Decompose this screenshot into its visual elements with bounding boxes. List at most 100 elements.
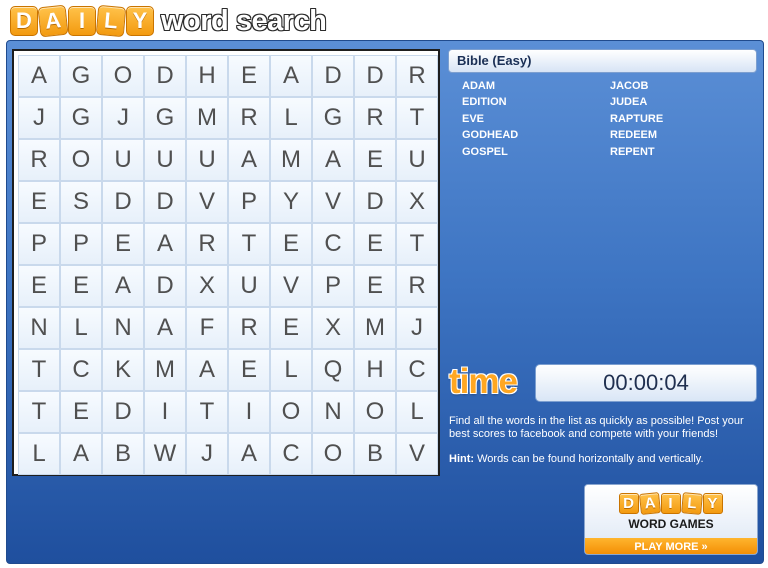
grid-cell[interactable]: P bbox=[60, 223, 102, 265]
grid-cell[interactable]: E bbox=[18, 181, 60, 223]
grid-cell[interactable]: R bbox=[354, 97, 396, 139]
grid-cell[interactable]: D bbox=[102, 391, 144, 433]
grid-cell[interactable]: N bbox=[102, 307, 144, 349]
grid-cell[interactable]: A bbox=[102, 265, 144, 307]
grid-cell[interactable]: U bbox=[396, 139, 438, 181]
grid-cell[interactable]: T bbox=[18, 391, 60, 433]
grid-cell[interactable]: Q bbox=[312, 349, 354, 391]
grid-cell[interactable]: C bbox=[312, 223, 354, 265]
grid-cell[interactable]: M bbox=[186, 97, 228, 139]
grid-cell[interactable]: T bbox=[228, 223, 270, 265]
grid-cell[interactable]: O bbox=[312, 433, 354, 475]
grid-cell[interactable]: E bbox=[270, 223, 312, 265]
daily-word-games-promo[interactable]: D A I L Y WORD GAMES PLAY MORE » bbox=[584, 484, 758, 555]
grid-cell[interactable]: L bbox=[270, 97, 312, 139]
grid-cell[interactable]: R bbox=[186, 223, 228, 265]
grid-cell[interactable]: O bbox=[270, 391, 312, 433]
grid-cell[interactable]: R bbox=[396, 265, 438, 307]
grid-cell[interactable]: B bbox=[102, 433, 144, 475]
grid-cell[interactable]: A bbox=[228, 139, 270, 181]
grid-cell[interactable]: A bbox=[144, 307, 186, 349]
grid-cell[interactable]: A bbox=[312, 139, 354, 181]
grid-cell[interactable]: U bbox=[186, 139, 228, 181]
grid-cell[interactable]: I bbox=[144, 391, 186, 433]
grid-cell[interactable]: A bbox=[228, 433, 270, 475]
grid-cell[interactable]: X bbox=[396, 181, 438, 223]
grid-cell[interactable]: L bbox=[270, 349, 312, 391]
grid-cell[interactable]: T bbox=[18, 349, 60, 391]
grid-cell[interactable]: E bbox=[60, 391, 102, 433]
grid-cell[interactable]: I bbox=[228, 391, 270, 433]
grid-cell[interactable]: H bbox=[354, 349, 396, 391]
grid-cell[interactable]: L bbox=[18, 433, 60, 475]
grid-cell[interactable]: G bbox=[60, 97, 102, 139]
grid-cell[interactable]: J bbox=[396, 307, 438, 349]
grid-cell[interactable]: G bbox=[312, 97, 354, 139]
grid-cell[interactable]: C bbox=[396, 349, 438, 391]
grid-cell[interactable]: E bbox=[102, 223, 144, 265]
grid-cell[interactable]: M bbox=[270, 139, 312, 181]
grid-cell[interactable]: D bbox=[102, 181, 144, 223]
grid-cell[interactable]: V bbox=[396, 433, 438, 475]
grid-cell[interactable]: C bbox=[270, 433, 312, 475]
grid-cell[interactable]: F bbox=[186, 307, 228, 349]
grid-cell[interactable]: T bbox=[186, 391, 228, 433]
grid-cell[interactable]: U bbox=[144, 139, 186, 181]
grid-cell[interactable]: N bbox=[18, 307, 60, 349]
grid-cell[interactable]: M bbox=[354, 307, 396, 349]
grid-cell[interactable]: D bbox=[354, 181, 396, 223]
grid-cell[interactable]: A bbox=[186, 349, 228, 391]
grid-cell[interactable]: R bbox=[228, 307, 270, 349]
grid-cell[interactable]: X bbox=[186, 265, 228, 307]
grid-cell[interactable]: P bbox=[18, 223, 60, 265]
grid-cell[interactable]: V bbox=[270, 265, 312, 307]
grid-cell[interactable]: J bbox=[18, 97, 60, 139]
word-grid[interactable]: AGODHEADDRJGJGMRLGRTROUUUAMAEUESDDVPYVDX… bbox=[18, 55, 438, 475]
grid-cell[interactable]: U bbox=[228, 265, 270, 307]
grid-cell[interactable]: B bbox=[354, 433, 396, 475]
grid-cell[interactable]: R bbox=[396, 55, 438, 97]
grid-cell[interactable]: E bbox=[354, 223, 396, 265]
grid-cell[interactable]: G bbox=[60, 55, 102, 97]
grid-cell[interactable]: O bbox=[102, 55, 144, 97]
grid-cell[interactable]: K bbox=[102, 349, 144, 391]
grid-cell[interactable]: T bbox=[396, 97, 438, 139]
grid-cell[interactable]: N bbox=[312, 391, 354, 433]
grid-cell[interactable]: V bbox=[186, 181, 228, 223]
grid-cell[interactable]: E bbox=[228, 55, 270, 97]
grid-cell[interactable]: D bbox=[144, 265, 186, 307]
grid-cell[interactable]: M bbox=[144, 349, 186, 391]
grid-cell[interactable]: A bbox=[144, 223, 186, 265]
grid-cell[interactable]: U bbox=[102, 139, 144, 181]
grid-cell[interactable]: O bbox=[354, 391, 396, 433]
grid-cell[interactable]: D bbox=[144, 55, 186, 97]
grid-cell[interactable]: A bbox=[270, 55, 312, 97]
grid-cell[interactable]: X bbox=[312, 307, 354, 349]
grid-cell[interactable]: E bbox=[18, 265, 60, 307]
grid-cell[interactable]: R bbox=[18, 139, 60, 181]
grid-cell[interactable]: P bbox=[312, 265, 354, 307]
grid-cell[interactable]: O bbox=[60, 139, 102, 181]
grid-cell[interactable]: J bbox=[102, 97, 144, 139]
grid-cell[interactable]: V bbox=[312, 181, 354, 223]
grid-cell[interactable]: L bbox=[60, 307, 102, 349]
play-more-button[interactable]: PLAY MORE » bbox=[585, 538, 757, 554]
grid-cell[interactable]: E bbox=[354, 139, 396, 181]
grid-cell[interactable]: D bbox=[312, 55, 354, 97]
grid-cell[interactable]: E bbox=[270, 307, 312, 349]
grid-cell[interactable]: D bbox=[144, 181, 186, 223]
grid-cell[interactable]: C bbox=[60, 349, 102, 391]
grid-cell[interactable]: L bbox=[396, 391, 438, 433]
grid-cell[interactable]: W bbox=[144, 433, 186, 475]
grid-cell[interactable]: E bbox=[60, 265, 102, 307]
grid-cell[interactable]: S bbox=[60, 181, 102, 223]
grid-cell[interactable]: H bbox=[186, 55, 228, 97]
grid-cell[interactable]: P bbox=[228, 181, 270, 223]
grid-cell[interactable]: Y bbox=[270, 181, 312, 223]
grid-cell[interactable]: A bbox=[18, 55, 60, 97]
grid-cell[interactable]: E bbox=[354, 265, 396, 307]
grid-cell[interactable]: R bbox=[228, 97, 270, 139]
grid-cell[interactable]: E bbox=[228, 349, 270, 391]
grid-cell[interactable]: T bbox=[396, 223, 438, 265]
grid-cell[interactable]: A bbox=[60, 433, 102, 475]
